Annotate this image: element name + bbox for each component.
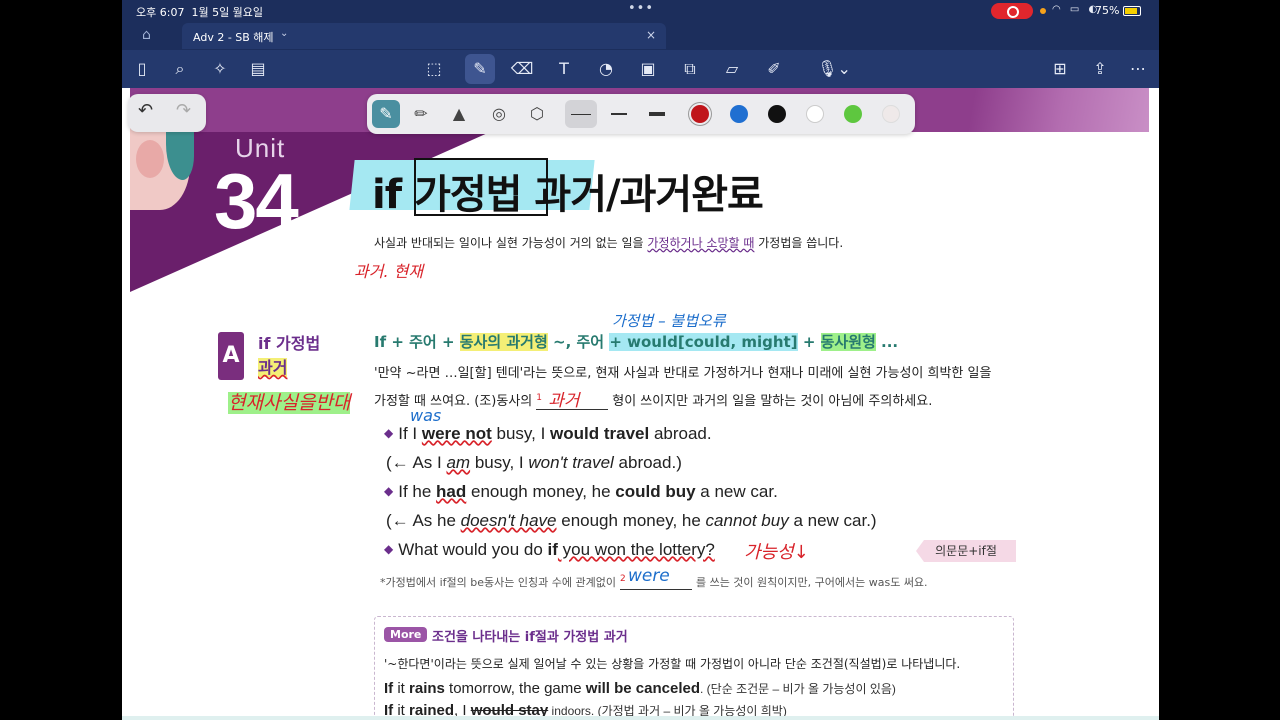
more-example-1: If it rains tomorrow, the game will be c…: [384, 680, 896, 697]
more-badge: More: [384, 627, 428, 642]
pencil-tool-icon[interactable]: ✏: [407, 100, 435, 128]
lasso-icon[interactable]: ⬚: [422, 58, 446, 80]
color-white-swatch[interactable]: [806, 105, 824, 123]
header-band-gradient: [930, 88, 1149, 132]
close-tab-button[interactable]: ×: [646, 28, 656, 42]
multitasking-dots-icon[interactable]: •••: [628, 1, 654, 16]
search-icon[interactable]: ⌕: [168, 58, 192, 80]
sticky-note-icon[interactable]: ▱: [720, 58, 744, 80]
document-icon[interactable]: ▤: [246, 58, 270, 80]
handwritten-note-was: was: [410, 406, 442, 425]
status-bar: 오후 6:07 1월 5일 월요일 ••• ◠ ▭ ◐ 75%: [122, 0, 1159, 22]
more-icon[interactable]: ⋯: [1126, 58, 1150, 80]
battery-percent: 75%: [1095, 4, 1120, 17]
more-text: '~한다면'이라는 뜻으로 실제 일어날 수 있는 상황을 가정할 때 가정법이…: [384, 657, 961, 671]
blank-2[interactable]: 2 were: [619, 566, 692, 590]
blank-1-answer: 과거: [548, 390, 580, 411]
grammar-pattern: If + 주어 + 동사의 과거형 ~, 주어 + would[could, m…: [374, 333, 899, 351]
redo-icon[interactable]: ↷: [176, 100, 191, 121]
example-2-paraphrase: (← As he doesn't have enough money, he c…: [386, 511, 877, 530]
status-time: 오후 6:07 1월 5일 월요일: [136, 6, 264, 19]
magic-icon[interactable]: ✧: [208, 58, 232, 80]
notebook-page[interactable]: Unit 34 if 가정법 과거/과거완료 사실과 반대되는 일이나 실현 가…: [130, 88, 1149, 720]
explanation-line-1: '만약 ~라면 …일[할] 텐데'라는 뜻으로, 현재 사실과 반대로 가정하거…: [374, 366, 992, 381]
page-title: if 가정법 과거/과거완료: [372, 172, 764, 218]
main-toolbar: ▯ ⌕ ✧ ▤ ⬚ ✎ ⌫ T ◔ ▣ ⧉ ▱ ✐ 🎙︎⌄ ⊞ ⇪ ⋯: [122, 50, 1159, 88]
color-red-swatch[interactable]: [691, 105, 709, 123]
example-3: ◆ What would you do if you won the lotter…: [384, 540, 715, 559]
highlighter-tool-icon[interactable]: ▲: [445, 100, 473, 128]
mic-in-use-indicator: [1040, 8, 1046, 14]
tab-title: Adv 2 - SB 해제: [193, 31, 274, 44]
pen-tool-icon[interactable]: ✎: [372, 100, 400, 128]
eraser-icon[interactable]: ⌫: [510, 58, 534, 80]
bottom-edge: [122, 716, 1159, 720]
handwritten-note-tense: 과거. 현재: [354, 262, 424, 281]
chevron-down-icon[interactable]: ⌄: [280, 28, 288, 39]
laser-pointer-icon[interactable]: ✐: [762, 58, 786, 80]
stroke-thin-button[interactable]: [565, 100, 597, 128]
color-light-swatch[interactable]: [882, 105, 900, 123]
handwritten-note-pattern: 가정법 – 불법오류: [612, 312, 726, 330]
screen-recording-icon[interactable]: [991, 3, 1033, 19]
color-blue-swatch[interactable]: [730, 105, 748, 123]
blank-2-answer: were: [627, 566, 670, 587]
wifi-icon: ◠ ▭ ◐: [1052, 4, 1101, 15]
shape-icon[interactable]: ◔: [594, 58, 618, 80]
shape-tool-icon[interactable]: ◎: [485, 100, 513, 128]
more-title: 조건을 나타내는 if절과 가정법 과거: [432, 630, 628, 645]
stroke-medium-button[interactable]: [605, 100, 633, 128]
example-2: ◆ If he had enough money, he could buy a …: [384, 482, 778, 501]
unit-number: 34: [214, 157, 299, 245]
undo-icon[interactable]: ↶: [138, 100, 153, 121]
pen-icon[interactable]: ✎: [465, 54, 495, 84]
example-1: ◆ If I were not busy, I would travel abro…: [384, 424, 712, 443]
home-icon[interactable]: ⌂: [142, 27, 151, 43]
example-1-paraphrase: (← As I am busy, I won't travel abroad.): [386, 453, 682, 472]
document-tab[interactable]: Adv 2 - SB 해제 ⌄ ×: [182, 23, 666, 49]
handwritten-note-possibility: 가능성↓: [744, 542, 809, 563]
section-title: if 가정법 과거: [258, 334, 321, 377]
battery-icon: [1123, 6, 1141, 16]
add-page-icon[interactable]: ⊞: [1048, 58, 1072, 80]
eraser-tool-icon[interactable]: ⬡: [523, 100, 551, 128]
handwritten-note-contrary: 현재사실을반대: [228, 392, 351, 414]
microphone-icon[interactable]: 🎙︎⌄: [814, 58, 854, 80]
intro-text: 사실과 반대되는 일이나 실현 가능성이 거의 없는 일을 가정하거나 소망할 …: [374, 236, 844, 250]
elements-icon[interactable]: ⧉: [678, 58, 702, 80]
color-black-swatch[interactable]: [768, 105, 786, 123]
explanation-line-2: 가정할 때 쓰여요. (조)동사의 1 과거 형이 쓰이지만 과거의 일을 말하는 것…: [374, 390, 1034, 411]
question-tag: 의문문+if절: [916, 540, 1016, 562]
color-green-swatch[interactable]: [844, 105, 862, 123]
tab-bar: ⌂ Adv 2 - SB 해제 ⌄ ×: [122, 22, 1159, 50]
section-letter: A: [218, 332, 244, 380]
blank-1[interactable]: 1 과거: [536, 391, 609, 411]
stroke-thick-button[interactable]: [643, 100, 671, 128]
pen-toolbar: ✎ ✏ ▲ ◎ ⬡: [367, 94, 915, 134]
footnote: *가정법에서 if절의 be동사는 인칭과 수에 관계없이 2 were 를 쓰는 것…: [380, 566, 928, 590]
undo-redo-group: ↶ ↷: [128, 94, 206, 132]
textbox-icon[interactable]: T: [552, 58, 576, 80]
ipad-screen: 오후 6:07 1월 5일 월요일 ••• ◠ ▭ ◐ 75% ⌂ Adv 2 …: [122, 0, 1159, 720]
sidebar-icon[interactable]: ▯: [130, 58, 154, 80]
share-icon[interactable]: ⇪: [1088, 58, 1112, 80]
image-icon[interactable]: ▣: [636, 58, 660, 80]
